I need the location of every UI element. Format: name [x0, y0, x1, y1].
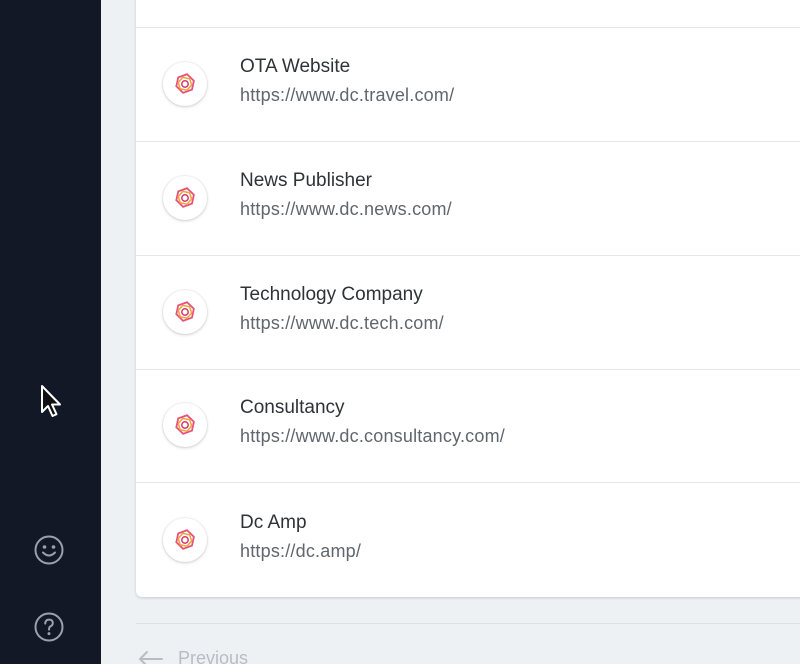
site-logo-icon	[175, 73, 195, 94]
site-name: News Publisher	[240, 170, 372, 191]
site-logo	[163, 403, 207, 447]
site-logo-icon	[175, 414, 195, 435]
main-content: OTA Website https://www.dc.travel.com/New…	[101, 0, 800, 664]
arrow-left-icon	[139, 650, 163, 664]
site-url: https://www.dc.consultancy.com/	[240, 426, 505, 446]
list-item[interactable]: News Publisher https://www.dc.news.com/	[136, 142, 800, 256]
site-logo	[163, 62, 207, 106]
site-logo-icon	[175, 529, 195, 550]
smiley-icon[interactable]	[33, 534, 65, 566]
list-item[interactable]: OTA Website https://www.dc.travel.com/	[136, 28, 800, 142]
site-name: Consultancy	[240, 397, 345, 418]
site-url: https://www.dc.tech.com/	[240, 313, 444, 333]
site-logo-icon	[175, 301, 195, 322]
site-logo	[163, 290, 207, 334]
pagination-divider	[136, 623, 800, 624]
site-url: https://www.dc.travel.com/	[240, 85, 455, 105]
site-name: Technology Company	[240, 284, 423, 305]
site-logo	[163, 176, 207, 220]
previous-label: Previous	[178, 648, 249, 664]
list-item[interactable]: Dc Amp https://dc.amp/	[136, 484, 800, 597]
site-url: https://www.dc.news.com/	[240, 199, 452, 219]
mouse-cursor-icon	[41, 385, 61, 417]
sites-list: OTA Website https://www.dc.travel.com/New…	[136, 0, 800, 597]
sidebar	[0, 0, 101, 664]
list-item-partial[interactable]	[136, 0, 800, 28]
list-item[interactable]: Consultancy https://www.dc.consultancy.co…	[136, 369, 800, 483]
previous-page-button[interactable]: Previous	[136, 648, 248, 664]
help-circle-icon[interactable]	[33, 611, 65, 643]
site-name: Dc Amp	[240, 512, 307, 533]
site-name: OTA Website	[240, 56, 351, 77]
site-logo	[163, 518, 207, 562]
site-logo-icon	[175, 187, 195, 208]
list-item[interactable]: Technology Company https://www.dc.tech.co…	[136, 256, 800, 370]
site-url: https://dc.amp/	[240, 541, 362, 561]
